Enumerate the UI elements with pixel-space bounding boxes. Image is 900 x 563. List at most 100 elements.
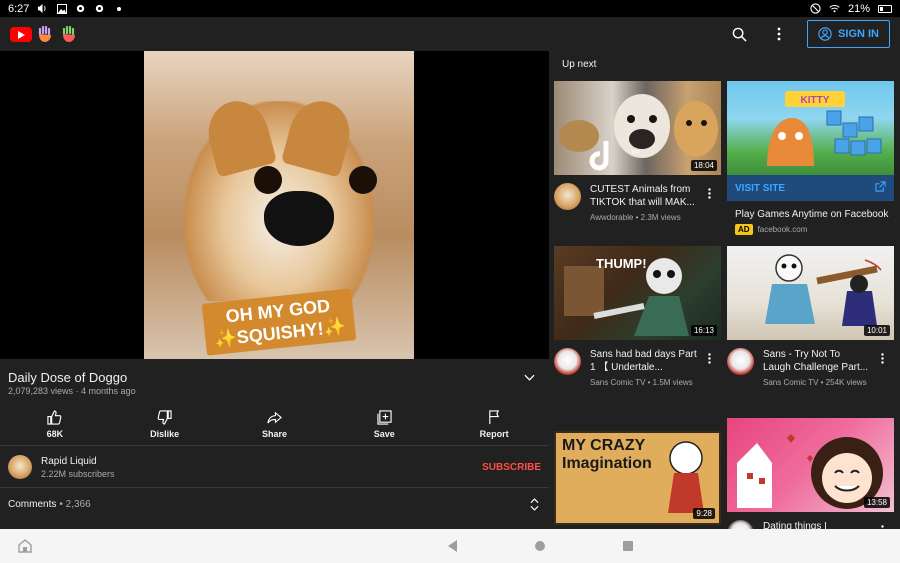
flag-icon (488, 409, 499, 424)
store-home-icon[interactable] (18, 539, 32, 553)
report-label: Report (479, 428, 509, 439)
more-vert-icon (880, 352, 884, 364)
video-card-subtitle: Awwdorable • 2.3M views (590, 213, 681, 222)
save-icon (377, 409, 392, 425)
visit-site-label: VISIT SITE (735, 182, 786, 194)
account-circle-icon (818, 27, 832, 41)
video-card[interactable]: THUMP! 16:13 Sans had bad days Part 1 【 … (554, 246, 721, 388)
video-card-title: Sans - Try Not To Laugh Challenge Part..… (763, 349, 869, 373)
video-info-panel: Daily Dose of Doggo 2,079,283 views · 4 … (0, 359, 549, 529)
thumbnail-text: MY CRAZY Imagination (562, 437, 652, 472)
share-button[interactable]: Share (220, 404, 330, 444)
more-vert-icon (707, 352, 711, 364)
card-more-button[interactable] (703, 350, 715, 366)
thumbnail-text: no (632, 149, 640, 156)
unfold-icon (529, 497, 539, 511)
external-link-icon (875, 181, 886, 195)
thumb-up-icon (47, 409, 62, 425)
dislike-label: Dislike (150, 428, 180, 439)
subscribe-button[interactable]: SUBSCRIBE (482, 462, 541, 473)
card-more-button[interactable] (876, 522, 888, 529)
sign-in-label: SIGN IN (838, 28, 879, 40)
channel-avatar[interactable] (727, 520, 754, 529)
video-title: Daily Dose of Doggo (8, 369, 128, 385)
channel-avatar[interactable] (554, 183, 581, 210)
search-icon (732, 27, 747, 42)
video-duration: 10:01 (863, 325, 890, 336)
video-thumbnail[interactable]: no 18:04 (554, 81, 721, 175)
recent-apps-icon[interactable] (622, 541, 633, 551)
video-thumbnail[interactable]: 13:58 (727, 418, 894, 512)
video-thumbnail[interactable]: 10:01 (727, 246, 894, 340)
thumb-down-icon (157, 409, 172, 425)
thumbnail-text: THUMP! (596, 256, 647, 271)
video-card-subtitle: Sans Comic TV • 1.5M views (590, 378, 693, 387)
video-card[interactable]: no 18:04 CUTEST Animals from TIKTOK that… (554, 81, 721, 223)
raised-hand-icon (36, 25, 54, 43)
game-thumbnail-art: KITTY (767, 91, 882, 166)
ad-domain: facebook.com (757, 225, 808, 234)
more-vert-icon (707, 187, 711, 199)
notification-icon (94, 3, 105, 14)
card-more-button[interactable] (703, 185, 715, 201)
ad-badge: AD (735, 224, 753, 235)
channel-avatar[interactable] (8, 455, 32, 479)
channel-subscribers: 2.22M subscribers (41, 468, 115, 479)
image-icon (56, 3, 67, 14)
status-bar: 6:27 21% (0, 0, 900, 17)
expand-description-button[interactable] (517, 367, 541, 387)
home-icon[interactable] (534, 541, 545, 551)
divider (0, 445, 549, 446)
status-time: 6:27 (8, 2, 30, 15)
ad-title: Play Games Anytime on Facebook (735, 209, 889, 220)
video-duration: 13:58 (863, 497, 890, 508)
chevron-down-icon (523, 374, 535, 381)
ad-card[interactable]: KITTY VISIT SITE Play Games Anytime on F… (727, 81, 894, 235)
ad-thumbnail[interactable]: KITTY (727, 81, 894, 175)
youtube-logo-icon[interactable] (10, 26, 32, 42)
comments-header[interactable]: Comments • 2,366 (8, 496, 541, 512)
dot-icon (113, 3, 124, 14)
action-bar: 68K Dislike Share Save Report (0, 404, 549, 444)
sign-in-button[interactable]: SIGN IN (807, 20, 890, 48)
video-frame: OH MY GOD ✨SQUISHY!✨ (144, 51, 414, 359)
video-card[interactable]: 13:58 Dating things I (727, 418, 894, 529)
wifi-icon (829, 3, 840, 14)
video-duration: 16:13 (690, 325, 717, 336)
expand-comments-button[interactable] (527, 497, 541, 511)
video-thumbnail[interactable]: THUMP! 16:13 (554, 246, 721, 340)
battery-icon (878, 4, 892, 13)
video-card-title: Sans had bad days Part 1 【 Undertale... (590, 349, 697, 373)
video-player[interactable]: OH MY GOD ✨SQUISHY!✨ (0, 51, 549, 359)
video-duration: 18:04 (690, 160, 717, 171)
game-logo-text: KITTY (801, 95, 830, 106)
up-next-label: Up next (562, 59, 597, 70)
dislike-button[interactable]: Dislike (110, 404, 220, 444)
back-icon[interactable] (447, 540, 457, 552)
dog-image (184, 94, 377, 301)
battery-percent: 21% (847, 2, 870, 15)
save-button[interactable]: Save (329, 404, 439, 444)
volume-icon (37, 3, 48, 14)
like-button[interactable]: 68K (0, 404, 110, 444)
search-button[interactable] (727, 22, 751, 46)
comments-count: • 2,366 (59, 498, 91, 510)
like-count: 68K (46, 428, 64, 439)
channel-avatar[interactable] (727, 348, 754, 375)
channel-row[interactable]: Rapid Liquid 2.22M subscribers SUBSCRIBE (8, 452, 541, 482)
system-navigation-bar (0, 529, 900, 563)
card-more-button[interactable] (876, 350, 888, 366)
visit-site-button[interactable]: VISIT SITE (727, 175, 894, 201)
share-label: Share (261, 428, 287, 439)
video-card[interactable]: 10:01 Sans - Try Not To Laugh Challenge … (727, 246, 894, 388)
video-card-title: Dating things I (763, 521, 827, 529)
video-thumbnail[interactable]: MY CRAZY Imagination 9:28 (554, 431, 721, 525)
report-button[interactable]: Report (439, 404, 549, 444)
video-card[interactable]: MY CRAZY Imagination 9:28 (554, 431, 721, 525)
more-options-button[interactable] (767, 22, 791, 46)
video-meta: 2,079,283 views · 4 months ago (8, 386, 136, 396)
comments-label: Comments (8, 498, 57, 510)
video-card-title: CUTEST Animals from TIKTOK that will MAK… (590, 184, 695, 208)
do-not-disturb-icon (810, 3, 821, 14)
channel-avatar[interactable] (554, 348, 581, 375)
